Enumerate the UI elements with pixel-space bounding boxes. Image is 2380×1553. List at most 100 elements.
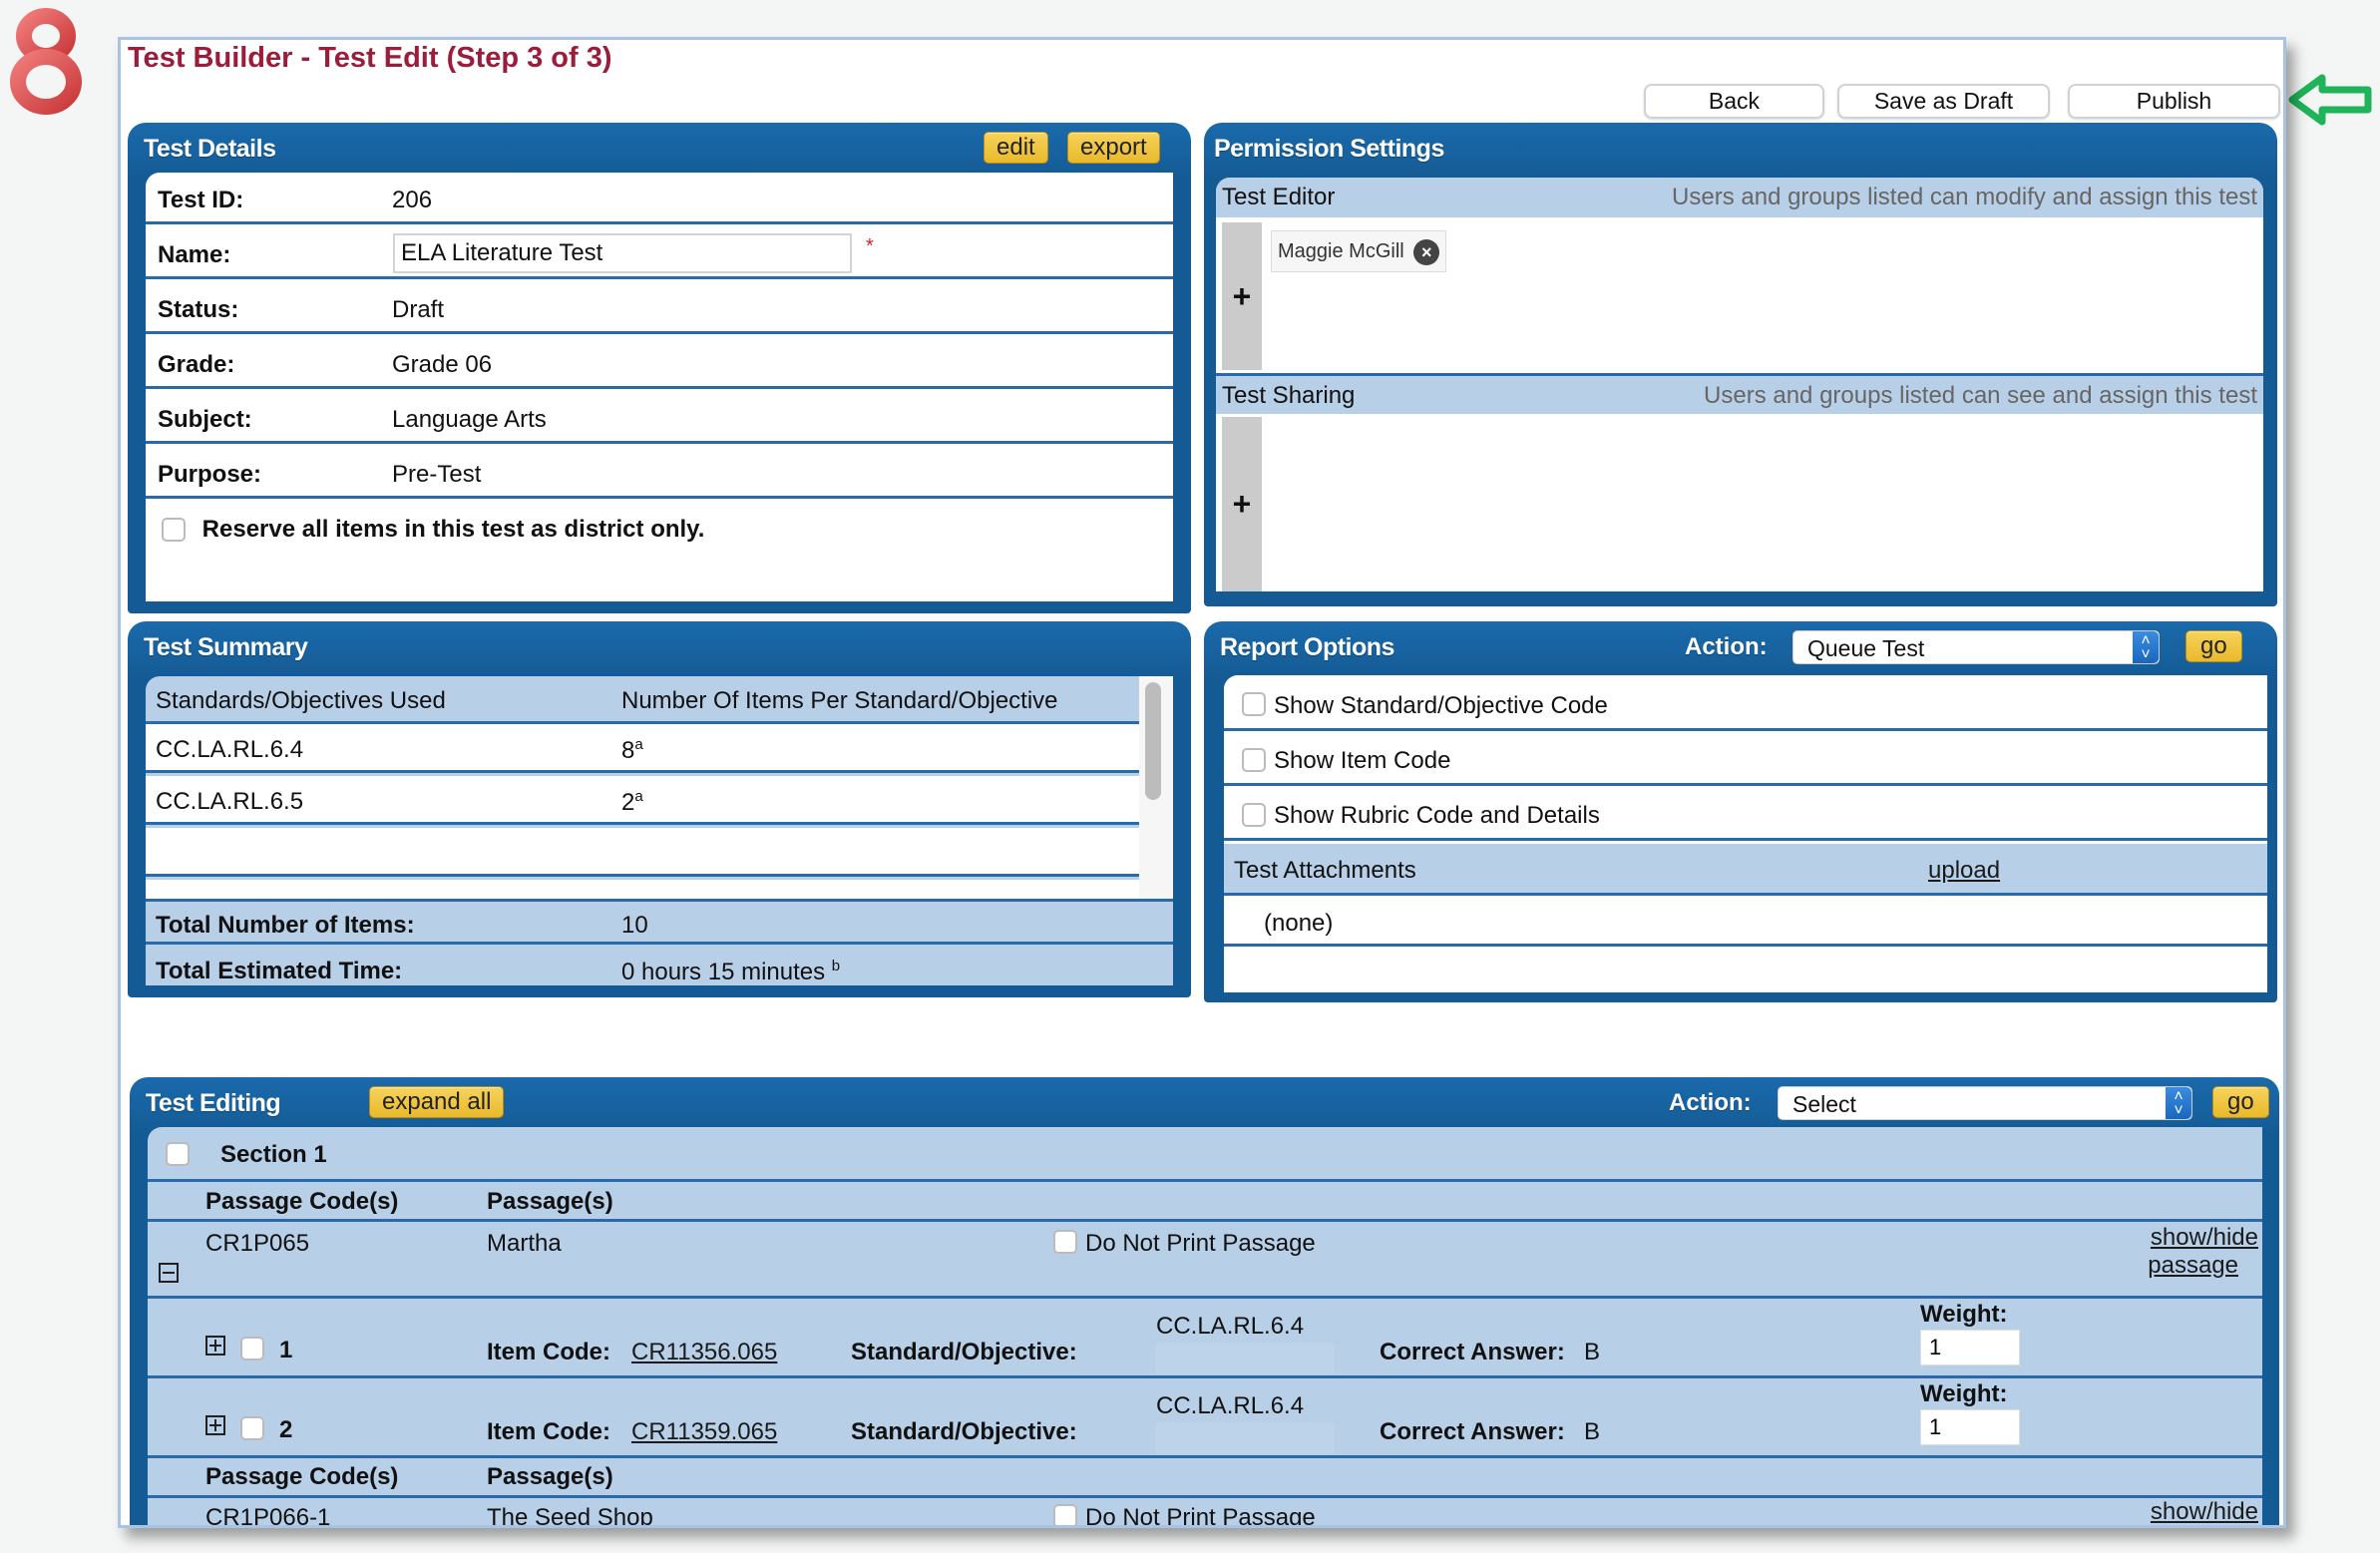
passage-code-header: Passage Code(s) <box>205 1463 399 1490</box>
passage-code: CR1P065 <box>205 1230 310 1257</box>
show-standard-checkbox[interactable] <box>1242 692 1266 716</box>
purpose-label: Purpose: <box>158 461 262 488</box>
test-id-row: Test ID: 206 <box>146 173 1173 224</box>
do-not-print-checkbox[interactable] <box>1053 1230 1077 1254</box>
annotation-arrow-icon <box>2288 74 2372 126</box>
summary-row-partial <box>146 880 1139 899</box>
item-code-link[interactable]: CR11359.065 <box>631 1418 777 1446</box>
back-button[interactable]: Back <box>1644 84 1824 119</box>
item-standard: CC.LA.RL.6.4 <box>1156 1313 1305 1340</box>
name-row: Name: * <box>146 227 1173 279</box>
summary-scroll-thumb[interactable] <box>1145 682 1161 800</box>
summary-row-empty <box>146 828 1139 877</box>
item-checkbox[interactable] <box>240 1416 264 1440</box>
reserve-label: Reserve all items in this test as distri… <box>201 515 705 543</box>
total-items-row: Total Number of Items: 10 <box>146 899 1173 945</box>
editing-action-label: Action: <box>1669 1089 1752 1116</box>
summary-count: 2a <box>621 788 643 817</box>
total-time-value: 0 hours 15 minutes b <box>621 958 840 985</box>
add-sharing-button[interactable]: + <box>1222 417 1262 591</box>
purpose-row: Purpose: Pre-Test <box>146 447 1173 499</box>
status-label: Status: <box>158 296 239 323</box>
purpose-value: Pre-Test <box>392 461 482 488</box>
passage-code-header: Passage Code(s) <box>205 1188 399 1215</box>
section-label: Section 1 <box>220 1141 327 1168</box>
show-rubric-checkbox[interactable] <box>1242 803 1266 827</box>
summary-scrollbar[interactable] <box>1139 676 1173 899</box>
count-note: a <box>634 788 643 805</box>
summary-standard: CC.LA.RL.6.5 <box>156 788 304 815</box>
collapse-passage-icon[interactable] <box>159 1263 179 1283</box>
name-input[interactable] <box>393 233 852 273</box>
select-arrows-icon: ˄ ˅ <box>2166 1087 2191 1119</box>
passage-name: Martha <box>487 1230 562 1257</box>
attachments-header: Test Attachments upload <box>1224 844 2267 896</box>
weight-input[interactable] <box>1920 1409 2020 1445</box>
subject-value: Language Arts <box>392 406 547 433</box>
option-label: Show Rubric Code and Details <box>1274 802 1600 829</box>
show-item-code-checkbox[interactable] <box>1242 748 1266 772</box>
count-note: a <box>634 736 643 753</box>
test-editing-title: Test Editing <box>146 1089 281 1117</box>
test-editing-panel: Test Editing expand all Action: Select ˄… <box>130 1077 2279 1528</box>
section-checkbox[interactable] <box>166 1142 190 1166</box>
show-hide-passage-link-2[interactable]: passage <box>2148 1252 2238 1280</box>
publish-button[interactable]: Publish <box>2068 84 2280 119</box>
do-not-print-checkbox[interactable] <box>1053 1504 1077 1525</box>
upload-link[interactable]: upload <box>1928 857 2000 885</box>
summary-col-count: Number Of Items Per Standard/Objective <box>621 687 1058 714</box>
grade-label: Grade: <box>158 351 235 378</box>
report-action-select[interactable]: Queue Test ˄ ˅ <box>1792 630 2160 664</box>
item-code-link[interactable]: CR11356.065 <box>631 1339 777 1366</box>
test-sharing-label: Test Sharing <box>1222 382 1356 409</box>
passage-name: The Seed Shop <box>487 1504 653 1528</box>
total-time-row: Total Estimated Time: 0 hours 15 minutes… <box>146 948 1173 985</box>
weight-input[interactable] <box>1920 1330 2020 1365</box>
total-items-value: 10 <box>621 912 648 939</box>
editing-action-select[interactable]: Select ˄ ˅ <box>1778 1086 2192 1120</box>
show-hide-passage-link[interactable]: show/hide <box>2151 1224 2258 1252</box>
test-sharing-header: Test Sharing Users and groups listed can… <box>1216 376 2263 414</box>
subject-row: Subject: Language Arts <box>146 392 1173 444</box>
expand-item-icon[interactable] <box>205 1415 225 1435</box>
correct-answer-value: B <box>1584 1339 1601 1365</box>
attachments-row: (none) <box>1224 899 2267 947</box>
export-button[interactable]: export <box>1067 132 1160 164</box>
expand-all-button[interactable]: expand all <box>369 1086 505 1118</box>
step-number-badge <box>10 8 82 115</box>
editing-go-button[interactable]: go <box>2212 1086 2269 1118</box>
do-not-print-label: Do Not Print Passage <box>1085 1230 1316 1257</box>
passage-row: CR1P065 Martha Do Not Print Passage show… <box>148 1222 2262 1299</box>
report-options-panel: Report Options Action: Queue Test ˄ ˅ go … <box>1204 621 2277 1002</box>
main-frame: Test Builder - Test Edit (Step 3 of 3) B… <box>118 37 2286 1528</box>
item-checkbox[interactable] <box>240 1337 264 1360</box>
standard-field <box>1155 1343 1335 1374</box>
edit-button[interactable]: edit <box>984 132 1048 164</box>
add-editor-button[interactable]: + <box>1222 222 1262 370</box>
count-value: 8 <box>621 737 635 764</box>
required-marker: * <box>866 235 874 257</box>
show-hide-passage-link[interactable]: show/hide <box>2151 1498 2258 1525</box>
reserve-row: Reserve all items in this test as distri… <box>162 515 704 544</box>
remove-editor-icon[interactable]: × <box>1413 238 1440 265</box>
test-details-panel: Test Details edit export Test ID: 206 Na… <box>128 123 1191 613</box>
permission-body: Test Editor Users and groups listed can … <box>1216 178 2263 591</box>
permission-settings-title: Permission Settings <box>1214 135 1444 163</box>
summary-body: Standards/Objectives Used Number Of Item… <box>146 676 1173 985</box>
test-editor-hint: Users and groups listed can modify and a… <box>1672 184 2257 210</box>
standard-field <box>1155 1422 1335 1454</box>
summary-row: CC.LA.RL.6.5 2a <box>146 776 1139 825</box>
test-sharing-hint: Users and groups listed can see and assi… <box>1704 382 2257 409</box>
status-row: Status: Draft <box>146 282 1173 334</box>
option-label: Show Standard/Objective Code <box>1274 692 1608 719</box>
report-go-button[interactable]: go <box>2185 630 2242 662</box>
option-row: Show Rubric Code and Details <box>1224 789 2267 841</box>
save-as-draft-button[interactable]: Save as Draft <box>1837 84 2050 119</box>
standard-label: Standard/Objective: <box>851 1418 1077 1445</box>
passage-header-row: Passage Code(s) Passage(s) <box>148 1458 2262 1498</box>
total-time-note: b <box>831 958 841 974</box>
section-row: Section 1 <box>148 1127 2262 1182</box>
status-value: Draft <box>392 296 445 323</box>
expand-item-icon[interactable] <box>205 1336 225 1356</box>
reserve-checkbox[interactable] <box>162 517 186 542</box>
